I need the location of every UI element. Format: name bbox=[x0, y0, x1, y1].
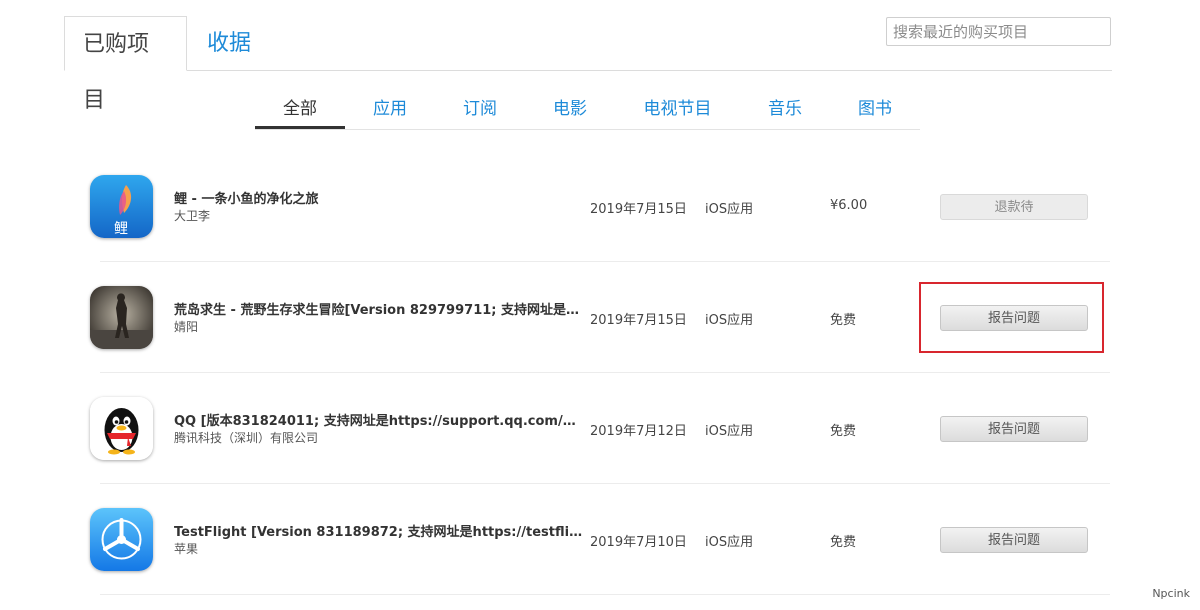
koi-fish-app-icon[interactable]: 鲤 bbox=[90, 175, 153, 238]
developer-name: 大卫李 bbox=[174, 209, 211, 223]
item-price: 免费 bbox=[830, 313, 857, 328]
category-tab-movies[interactable]: 电影 bbox=[535, 95, 605, 127]
item-price: 免费 bbox=[830, 535, 857, 550]
purchase-date: 2019年7月12日 bbox=[590, 424, 687, 439]
item-price: 免费 bbox=[830, 424, 857, 439]
search-input[interactable] bbox=[886, 17, 1111, 46]
item-price: ¥6.00 bbox=[830, 198, 868, 213]
highlight-box bbox=[919, 282, 1104, 353]
app-name[interactable]: TestFlight [Version 831189872; 支持网址是http… bbox=[174, 521, 584, 540]
developer-name: 腾讯科技（深圳）有限公司 bbox=[174, 431, 319, 445]
category-tab-music[interactable]: 音乐 bbox=[750, 95, 820, 127]
tab-receipts[interactable]: 收据 bbox=[189, 16, 269, 70]
category-tab-subscriptions[interactable]: 订阅 bbox=[445, 95, 515, 127]
category-tab-all[interactable]: 全部 bbox=[255, 95, 345, 129]
category-tab-tv-shows[interactable]: 电视节目 bbox=[630, 95, 725, 127]
refund-pending-button: 退款待 bbox=[940, 194, 1088, 220]
purchase-row: QQ [版本831824011; 支持网址是https://support.qq… bbox=[90, 372, 1110, 484]
purchase-row: TestFlight [Version 831189872; 支持网址是http… bbox=[90, 483, 1110, 595]
app-name[interactable]: QQ [版本831824011; 支持网址是https://support.qq… bbox=[174, 410, 584, 429]
svg-text:鲤: 鲤 bbox=[114, 221, 128, 237]
purchase-date: 2019年7月15日 bbox=[590, 202, 687, 217]
purchase-date: 2019年7月15日 bbox=[590, 313, 687, 328]
developer-name: 苹果 bbox=[174, 542, 199, 556]
report-problem-button[interactable]: 报告问题 bbox=[940, 527, 1088, 553]
testflight-propeller-app-icon[interactable] bbox=[90, 508, 153, 571]
developer-name: 婧阳 bbox=[174, 320, 199, 334]
category-tab-apps[interactable]: 应用 bbox=[355, 95, 425, 127]
item-type: iOS应用 bbox=[705, 535, 754, 550]
item-type: iOS应用 bbox=[705, 424, 754, 439]
app-name[interactable]: 鲤 - 一条小鱼的净化之旅 bbox=[174, 188, 584, 207]
survival-game-app-icon[interactable] bbox=[90, 286, 153, 349]
item-type: iOS应用 bbox=[705, 202, 754, 217]
category-tab-books[interactable]: 图书 bbox=[840, 95, 910, 127]
item-type: iOS应用 bbox=[705, 313, 754, 328]
report-problem-button[interactable]: 报告问题 bbox=[940, 416, 1088, 442]
watermark: Npcink bbox=[1152, 587, 1190, 600]
qq-penguin-app-icon[interactable] bbox=[90, 397, 153, 460]
category-tab-bar: 全部 应用 订阅 电影 电视节目 音乐 图书 bbox=[255, 95, 920, 130]
app-name[interactable]: 荒岛求生 - 荒野生存求生冒险[Version 829799711; 支持网址是… bbox=[174, 299, 584, 318]
tab-purchased[interactable]: 已购项目 bbox=[64, 16, 187, 113]
purchase-row: 鲤 鲤 - 一条小鱼的净化之旅 大卫李 2019年7月15日 iOS应用 ¥6.… bbox=[90, 150, 1110, 262]
purchase-date: 2019年7月10日 bbox=[590, 535, 687, 550]
